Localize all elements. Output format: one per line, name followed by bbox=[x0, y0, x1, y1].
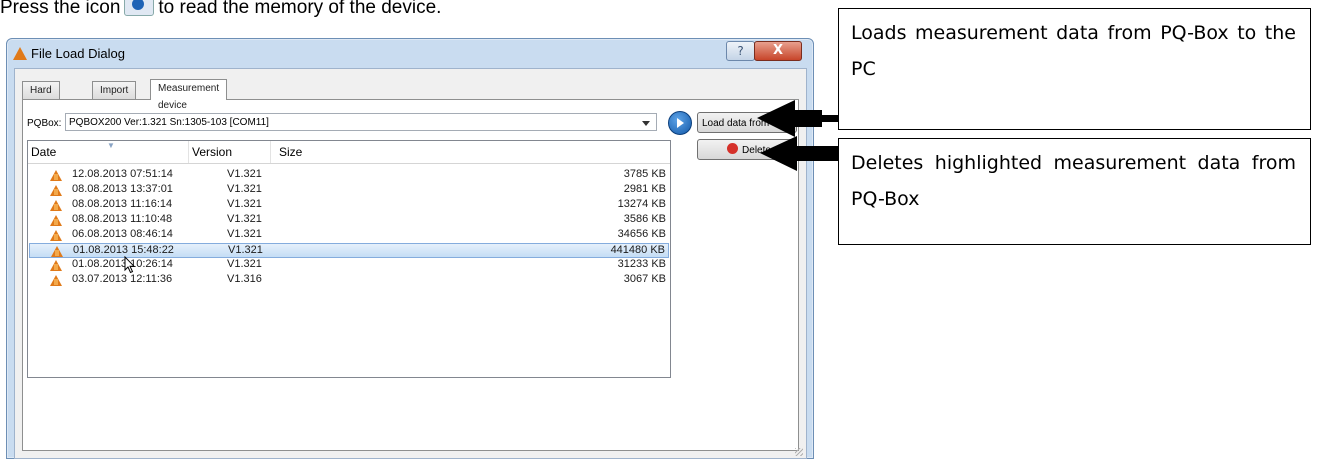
row-size: 31233 KB bbox=[617, 258, 666, 270]
measurement-file-icon bbox=[50, 170, 62, 181]
row-size: 441480 KB bbox=[610, 244, 665, 256]
close-button[interactable]: X bbox=[754, 41, 802, 61]
column-divider[interactable] bbox=[188, 141, 189, 163]
row-date: 01.08.2013 15:48:22 bbox=[73, 244, 174, 256]
table-row[interactable]: 08.08.2013 11:10:48 V1.321 3586 KB bbox=[29, 213, 669, 228]
delete-button-label: Delete bbox=[742, 145, 771, 156]
row-version: V1.321 bbox=[228, 244, 263, 256]
pqbox-selected-value: PQBOX200 Ver:1.321 Sn:1305-103 [COM11] bbox=[69, 117, 269, 128]
delete-icon bbox=[727, 143, 739, 154]
row-date: 12.08.2013 07:51:14 bbox=[72, 168, 173, 180]
instruction-before: Press the icon bbox=[0, 0, 121, 18]
column-divider[interactable] bbox=[270, 141, 271, 163]
row-version: V1.321 bbox=[227, 213, 262, 225]
delete-button[interactable]: Delete bbox=[697, 139, 797, 160]
measurement-file-icon bbox=[50, 215, 62, 226]
tab-hard-disk[interactable]: Hard disk bbox=[22, 81, 60, 113]
row-version: V1.321 bbox=[227, 258, 262, 270]
help-button[interactable]: ? bbox=[726, 41, 755, 61]
measurement-file-icon bbox=[50, 275, 62, 286]
table-row[interactable]: 08.08.2013 13:37:01 V1.321 2981 KB bbox=[29, 183, 669, 198]
row-size: 2981 KB bbox=[623, 183, 666, 195]
row-date: 06.08.2013 08:46:14 bbox=[72, 228, 173, 240]
instruction-text: Press the icon to read the memory of the … bbox=[0, 0, 441, 19]
table-row[interactable]: 06.08.2013 08:46:14 V1.321 34656 KB bbox=[29, 228, 669, 243]
chevron-down-icon bbox=[642, 121, 650, 126]
measurement-file-icon bbox=[50, 260, 62, 271]
column-date[interactable]: Date bbox=[31, 145, 56, 159]
mouse-cursor-icon bbox=[124, 256, 136, 274]
measurement-file-icon bbox=[50, 185, 62, 196]
pqbox-select[interactable]: PQBOX200 Ver:1.321 Sn:1305-103 [COM11] bbox=[65, 113, 657, 131]
row-size: 3067 KB bbox=[623, 273, 666, 285]
measurement-device-panel: PQBox: PQBOX200 Ver:1.321 Sn:1305-103 [C… bbox=[22, 99, 799, 451]
load-data-button[interactable]: Load data from Box bbox=[697, 112, 797, 133]
column-version[interactable]: Version bbox=[192, 145, 232, 159]
pqbox-label: PQBox: bbox=[27, 118, 62, 129]
tab-import[interactable]: Import bbox=[92, 81, 137, 99]
instruction-after: to read the memory of the device. bbox=[158, 0, 442, 18]
row-size: 13274 KB bbox=[617, 198, 666, 210]
table-row[interactable]: 12.08.2013 07:51:14 V1.321 3785 KB bbox=[29, 168, 669, 183]
measurement-file-icon bbox=[50, 200, 62, 211]
row-date: 03.07.2013 12:11:36 bbox=[72, 273, 173, 285]
table-row[interactable]: 08.08.2013 11:16:14 V1.321 13274 KB bbox=[29, 198, 669, 213]
title-bar: File Load Dialog ? X bbox=[7, 39, 813, 69]
row-size: 34656 KB bbox=[617, 228, 666, 240]
row-version: V1.321 bbox=[227, 168, 262, 180]
row-date: 08.08.2013 13:37:01 bbox=[72, 183, 173, 195]
row-date: 08.08.2013 11:10:48 bbox=[72, 213, 173, 225]
row-size: 3785 KB bbox=[623, 168, 666, 180]
column-size[interactable]: Size bbox=[279, 145, 302, 159]
row-version: V1.316 bbox=[227, 273, 262, 285]
row-date: 08.08.2013 11:16:14 bbox=[72, 198, 173, 210]
dialog-client-area: Hard disk Import Measurement device PQBo… bbox=[14, 68, 807, 459]
row-version: V1.321 bbox=[227, 198, 262, 210]
table-row[interactable]: 03.07.2013 12:11:36 V1.316 3067 KB bbox=[29, 273, 669, 288]
row-size: 3586 KB bbox=[623, 213, 666, 225]
row-date: 01.08.2013 10:26:14 bbox=[72, 258, 173, 270]
window-title: File Load Dialog bbox=[31, 46, 125, 61]
measurement-file-icon bbox=[51, 246, 63, 257]
list-header: ▼ Date Version Size bbox=[28, 141, 670, 164]
file-load-dialog: File Load Dialog ? X Hard disk Import Me… bbox=[6, 38, 814, 459]
row-version: V1.321 bbox=[227, 183, 262, 195]
app-logo-icon bbox=[13, 47, 27, 60]
read-memory-icon bbox=[124, 0, 155, 16]
callout-delete: Deletes highlighted measurement data fro… bbox=[838, 138, 1311, 245]
measurement-list[interactable]: ▼ Date Version Size 12.08.2013 07:51:14 … bbox=[27, 140, 671, 378]
sort-indicator-icon: ▼ bbox=[107, 141, 115, 150]
measurement-file-icon bbox=[50, 230, 62, 241]
read-device-button[interactable] bbox=[668, 111, 692, 135]
row-version: V1.321 bbox=[227, 228, 262, 240]
callout-load: Loads measurement data from PQ-Box to th… bbox=[838, 8, 1311, 130]
resize-grip[interactable] bbox=[795, 448, 803, 456]
tab-measurement-device[interactable]: Measurement device bbox=[150, 79, 228, 111]
